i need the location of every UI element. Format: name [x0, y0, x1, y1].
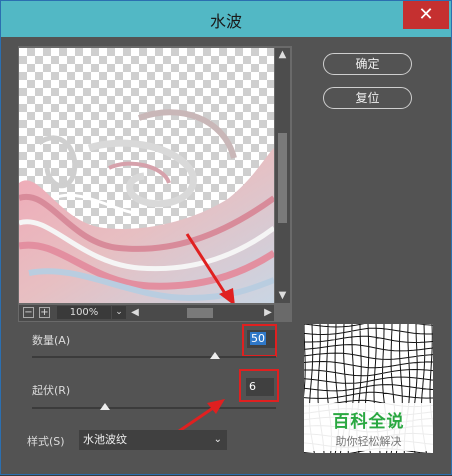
amount-label: 数量(A): [32, 334, 71, 347]
preview-vertical-scrollbar[interactable]: ▲ ▼: [275, 48, 290, 303]
horizontal-scroll-thumb[interactable]: [187, 308, 213, 318]
ok-button[interactable]: 确定: [323, 53, 412, 75]
amount-highlight-box: [242, 324, 277, 357]
zoom-level: 100%: [57, 306, 111, 319]
close-button[interactable]: ✕: [403, 1, 449, 29]
scroll-left-icon[interactable]: ◀: [129, 306, 141, 320]
water-wave-dialog: 水波 ✕ ▲ ▼ − + 100% ⌄ ◀ ▶ 确定 复位 数量(A) 50 起…: [0, 0, 452, 475]
amount-slider-track[interactable]: [32, 356, 276, 358]
ridges-slider-handle[interactable]: [100, 403, 111, 410]
preview-zoom-bar: − + 100% ⌄ ◀ ▶: [19, 305, 274, 321]
style-selected-value: 水池波纹: [83, 433, 127, 446]
amount-slider-handle[interactable]: [210, 352, 220, 359]
zoom-out-button[interactable]: −: [23, 307, 34, 318]
filter-preview[interactable]: [19, 48, 274, 303]
scroll-up-icon[interactable]: ▲: [275, 48, 290, 62]
watermark-title: 百科全说: [332, 412, 405, 432]
ridges-highlight-box: [239, 369, 279, 402]
style-select[interactable]: 水池波纹 ⌄: [79, 430, 227, 450]
water-wave-preview-image: [19, 109, 274, 303]
scroll-down-icon[interactable]: ▼: [275, 289, 290, 303]
ridges-slider-track[interactable]: [32, 407, 276, 409]
title-bar[interactable]: 水波 ✕: [1, 1, 451, 37]
ridges-label: 起伏(R): [32, 384, 71, 397]
chevron-down-icon: ⌄: [213, 434, 222, 445]
watermark-subtitle: 助你轻松解决: [335, 435, 402, 448]
preview-panel: ▲ ▼ − + 100% ⌄ ◀ ▶: [18, 46, 292, 322]
vertical-scroll-thumb[interactable]: [278, 133, 287, 223]
zoom-dropdown-icon[interactable]: ⌄: [112, 306, 126, 319]
zoom-in-button[interactable]: +: [39, 307, 50, 318]
watermark: 百科全说 助你轻松解决: [304, 403, 433, 451]
dialog-title: 水波: [209, 12, 242, 31]
scroll-right-icon[interactable]: ▶: [262, 306, 274, 320]
preview-horizontal-scrollbar[interactable]: ◀ ▶: [129, 306, 274, 320]
style-label: 样式(S): [27, 435, 65, 448]
reset-button[interactable]: 复位: [323, 87, 412, 109]
